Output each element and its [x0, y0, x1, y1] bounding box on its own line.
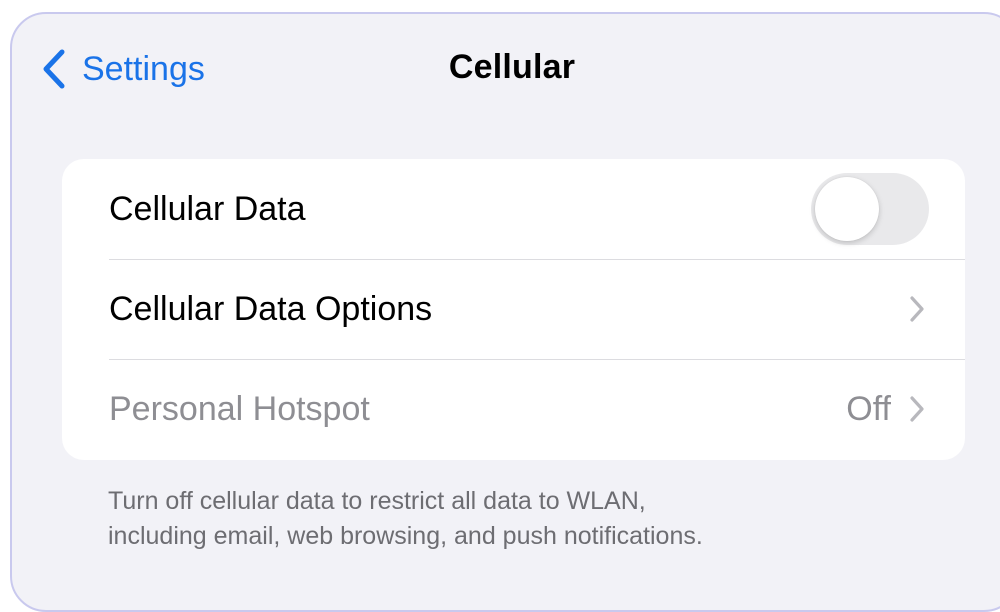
cellular-data-footer-note: Turn off cellular data to restrict all d…: [108, 484, 928, 554]
cellular-data-options-label: Cellular Data Options: [109, 289, 433, 328]
personal-hotspot-row[interactable]: Personal Hotspot Off: [62, 359, 965, 459]
cellular-data-label: Cellular Data: [109, 189, 306, 228]
cellular-settings-group: Cellular Data Cellular Data Options Pers…: [62, 159, 965, 460]
toggle-knob: [815, 177, 879, 241]
chevron-right-icon: [909, 395, 925, 423]
cellular-data-toggle[interactable]: [811, 173, 929, 245]
footer-note-line-1: Turn off cellular data to restrict all d…: [108, 487, 646, 515]
footer-note-line-2: including email, web browsing, and push …: [108, 522, 703, 550]
cellular-settings-screen: Settings Cellular Cellular Data Cellular…: [10, 12, 1000, 612]
navigation-bar: Settings Cellular: [12, 14, 1000, 124]
personal-hotspot-value: Off: [846, 389, 891, 428]
page-title: Cellular: [448, 48, 576, 86]
cellular-data-row: Cellular Data: [62, 159, 965, 259]
chevron-right-icon: [909, 295, 925, 323]
personal-hotspot-label: Personal Hotspot: [109, 389, 370, 428]
cellular-data-options-row[interactable]: Cellular Data Options: [62, 259, 965, 359]
